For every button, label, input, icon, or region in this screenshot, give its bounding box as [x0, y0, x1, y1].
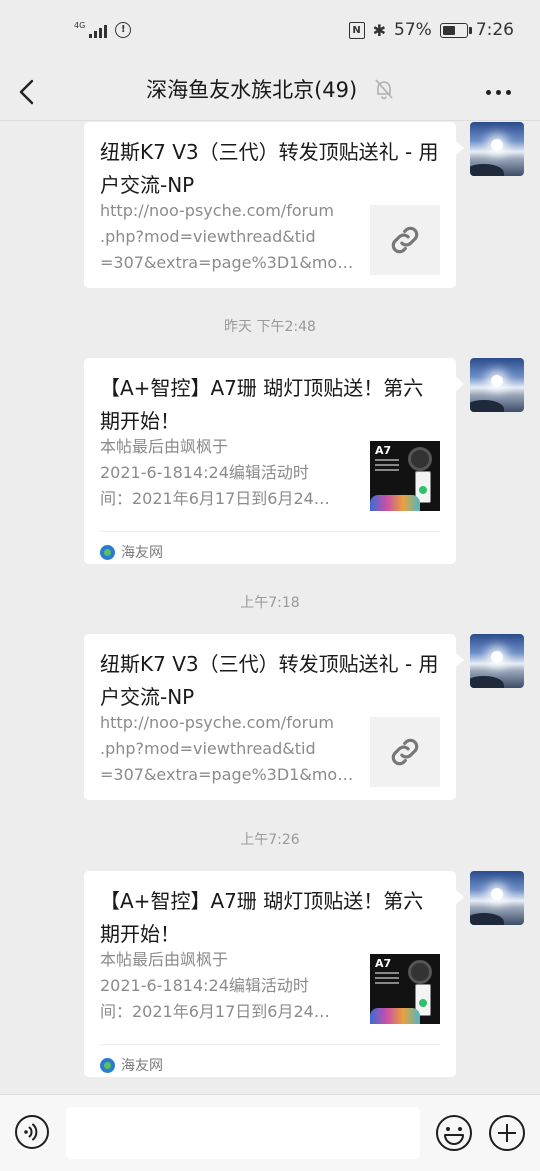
message-card[interactable]: 【A+智控】A7珊 瑚灯顶贴送！第六期开始！ 本帖最后由飒枫于 2021-6-1…	[84, 358, 464, 564]
card-thumbnail	[370, 205, 440, 275]
timestamp: 上午7:26	[240, 832, 300, 848]
bell-off-icon	[375, 79, 393, 100]
network-type: 4G	[74, 21, 86, 30]
message-input[interactable]	[66, 1107, 420, 1159]
avatar[interactable]	[470, 122, 524, 176]
chat-header: 深海鱼友水族北京(49)	[0, 66, 540, 121]
card-source: 海友网	[100, 531, 440, 562]
card-thumbnail: A7	[370, 441, 440, 511]
card-title: 纽斯K7 V3（三代）转发顶贴送礼 - 用户交流-NP	[100, 652, 439, 709]
plus-button[interactable]	[488, 1114, 526, 1152]
nfc-icon: N	[348, 21, 365, 39]
thumbnail-label: A7	[375, 444, 392, 457]
card-title: 纽斯K7 V3（三代）转发顶贴送礼 - 用户交流-NP	[100, 140, 439, 197]
battery-fill	[442, 25, 456, 35]
card-thumbnail: A7	[370, 954, 440, 1024]
card-description: 本帖最后由飒枫于 2021-6-1814:24编辑活动时 间：2021年6月17…	[100, 950, 330, 1021]
source-app-icon	[100, 544, 115, 560]
more-button[interactable]	[478, 74, 518, 110]
card-description: 本帖最后由飒枫于 2021-6-1814:24编辑活动时 间：2021年6月17…	[100, 437, 330, 508]
chat-title-wrap: 深海鱼友水族北京(49)	[0, 74, 540, 104]
emoji-icon	[436, 1115, 472, 1151]
card-thumbnail	[370, 717, 440, 787]
battery-percent: 57%	[394, 20, 432, 40]
source-name: 海友网	[121, 1058, 163, 1074]
voice-button[interactable]	[14, 1114, 50, 1150]
bluetooth-icon: ✱	[372, 20, 387, 40]
thumbnail-label: A7	[375, 957, 392, 970]
avatar[interactable]	[470, 358, 524, 412]
link-icon	[391, 226, 419, 254]
timestamp: 昨天 下午2:48	[224, 319, 316, 335]
source-app-icon	[100, 1057, 115, 1073]
source-name: 海友网	[121, 545, 163, 561]
battery-icon	[439, 22, 472, 38]
status-left: 4G !	[74, 21, 132, 38]
emoji-button[interactable]	[435, 1114, 473, 1152]
alert-icon: !	[115, 22, 132, 38]
avatar[interactable]	[470, 634, 524, 688]
card-title: 【A+智控】A7珊 瑚灯顶贴送！第六期开始！	[100, 889, 424, 946]
card-source: 海友网	[100, 1044, 440, 1075]
link-icon	[391, 738, 419, 766]
timestamp: 上午7:18	[240, 595, 300, 611]
message-card[interactable]: 纽斯K7 V3（三代）转发顶贴送礼 - 用户交流-NP http://noo-p…	[84, 634, 464, 800]
message-card[interactable]: 【A+智控】A7珊 瑚灯顶贴送！第六期开始！ 本帖最后由飒枫于 2021-6-1…	[84, 871, 464, 1077]
signal-icon: 4G	[74, 21, 108, 38]
status-bar: 4G ! N ✱ 57% 7:26	[0, 0, 540, 66]
avatar[interactable]	[470, 871, 524, 925]
card-description: http://noo-psyche.com/forum .php?mod=vie…	[100, 713, 354, 784]
message-card[interactable]: 纽斯K7 V3（三代）转发顶贴送礼 - 用户交流-NP http://noo-p…	[84, 122, 464, 288]
clock: 7:26	[475, 20, 514, 40]
more-dots-icon	[485, 89, 491, 95]
card-title: 【A+智控】A7珊 瑚灯顶贴送！第六期开始！	[100, 376, 424, 433]
card-description: http://noo-psyche.com/forum .php?mod=vie…	[100, 201, 354, 272]
status-right: N ✱ 57% 7:26	[348, 20, 514, 40]
chat-title: 深海鱼友水族北京(49)	[146, 78, 358, 102]
plus-icon	[489, 1115, 525, 1151]
input-bar	[0, 1094, 540, 1171]
voice-icon	[15, 1115, 49, 1149]
